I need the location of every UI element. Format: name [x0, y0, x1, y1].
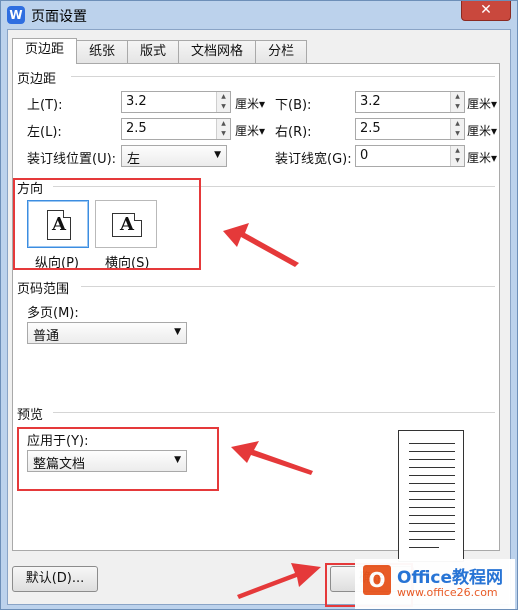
gutter-width-input[interactable]: 0 — [356, 146, 450, 166]
spin-down-icon[interactable]: ▼ — [217, 129, 230, 139]
tab-paper[interactable]: 纸张 — [76, 40, 129, 64]
top-margin-input[interactable]: 3.2 — [122, 92, 216, 112]
bottom-margin-label: 下(B): — [275, 98, 312, 113]
watermark-title: Office教程网 — [397, 568, 504, 588]
multiple-pages-select[interactable]: 普通 ▼ — [27, 322, 187, 344]
red-arrow-icon — [231, 441, 313, 475]
right-margin-label: 右(R): — [275, 125, 312, 140]
tab-bar: 页边距 纸张 版式 文档网格 分栏 — [12, 38, 308, 64]
spin-up-icon[interactable]: ▲ — [451, 146, 464, 156]
spin-up-icon[interactable]: ▲ — [217, 119, 230, 129]
red-arrow-icon — [223, 223, 299, 267]
office-logo-icon: O — [363, 565, 391, 595]
divider — [53, 412, 495, 413]
chevron-down-icon: ▼ — [214, 150, 221, 160]
spin-down-icon[interactable]: ▼ — [451, 129, 464, 139]
top-margin-label: 上(T): — [27, 98, 63, 113]
left-margin-unit[interactable]: 厘米▾ — [235, 122, 265, 139]
gutter-width-label: 装订线宽(G): — [275, 152, 352, 167]
left-margin-label: 左(L): — [27, 125, 62, 140]
left-margin-input[interactable]: 2.5 — [122, 119, 216, 139]
window-title: 页面设置 — [31, 9, 87, 25]
tab-layout[interactable]: 版式 — [127, 40, 180, 64]
gutter-width-unit[interactable]: 厘米▾ — [467, 149, 497, 166]
orientation-highlight-box — [13, 178, 201, 270]
tab-columns[interactable]: 分栏 — [255, 40, 308, 64]
spin-down-icon[interactable]: ▼ — [217, 102, 230, 112]
gutter-position-label: 装订线位置(U): — [27, 152, 117, 167]
gutter-position-select[interactable]: 左 ▼ — [121, 145, 227, 167]
apply-to-highlight-box — [17, 427, 219, 491]
right-margin-spinner[interactable]: 2.5 ▲ ▼ — [355, 118, 465, 140]
page-setup-dialog: W 页面设置 ✕ 页边距 纸张 版式 文档网格 分栏 页边距 上(T): 3.2… — [0, 0, 518, 610]
default-button[interactable]: 默认(D)... — [12, 566, 98, 592]
divider — [71, 76, 495, 77]
right-margin-input[interactable]: 2.5 — [356, 119, 450, 139]
left-margin-spinner[interactable]: 2.5 ▲ ▼ — [121, 118, 231, 140]
top-margin-unit[interactable]: 厘米▾ — [235, 95, 265, 112]
multiple-pages-label: 多页(M): — [27, 306, 79, 321]
spin-up-icon[interactable]: ▲ — [451, 92, 464, 102]
chevron-down-icon: ▼ — [174, 327, 181, 337]
preview-section-title: 预览 — [17, 408, 44, 423]
right-margin-unit[interactable]: 厘米▾ — [467, 122, 497, 139]
spin-down-icon[interactable]: ▼ — [451, 156, 464, 166]
close-icon: ✕ — [480, 2, 492, 18]
multiple-pages-value: 普通 — [33, 329, 60, 344]
tab-margins[interactable]: 页边距 — [12, 38, 78, 64]
wps-app-icon: W — [7, 6, 25, 24]
bottom-margin-unit[interactable]: 厘米▾ — [467, 95, 497, 112]
watermark-url: www.office26.com — [397, 586, 498, 599]
margins-section-title: 页边距 — [17, 72, 57, 87]
close-button[interactable]: ✕ — [461, 1, 511, 21]
spin-up-icon[interactable]: ▲ — [217, 92, 230, 102]
bottom-margin-spinner[interactable]: 3.2 ▲ ▼ — [355, 91, 465, 113]
spin-up-icon[interactable]: ▲ — [451, 119, 464, 129]
top-margin-spinner[interactable]: 3.2 ▲ ▼ — [121, 91, 231, 113]
tab-doc-grid[interactable]: 文档网格 — [178, 40, 257, 64]
spin-down-icon[interactable]: ▼ — [451, 102, 464, 112]
bottom-margin-input[interactable]: 3.2 — [356, 92, 450, 112]
preview-page-thumbnail — [398, 430, 464, 562]
dialog-client: 页边距 纸张 版式 文档网格 分栏 页边距 上(T): 3.2 ▲ ▼ 厘米▾ 下… — [7, 29, 511, 605]
title-bar: W 页面设置 ✕ — [1, 1, 517, 29]
site-watermark: O Office教程网 www.office26.com — [355, 559, 515, 609]
red-arrow-icon — [237, 563, 321, 599]
gutter-position-value: 左 — [127, 152, 141, 167]
gutter-width-spinner[interactable]: 0 ▲ ▼ — [355, 145, 465, 167]
page-range-section-title: 页码范围 — [17, 282, 70, 297]
divider — [81, 286, 495, 287]
